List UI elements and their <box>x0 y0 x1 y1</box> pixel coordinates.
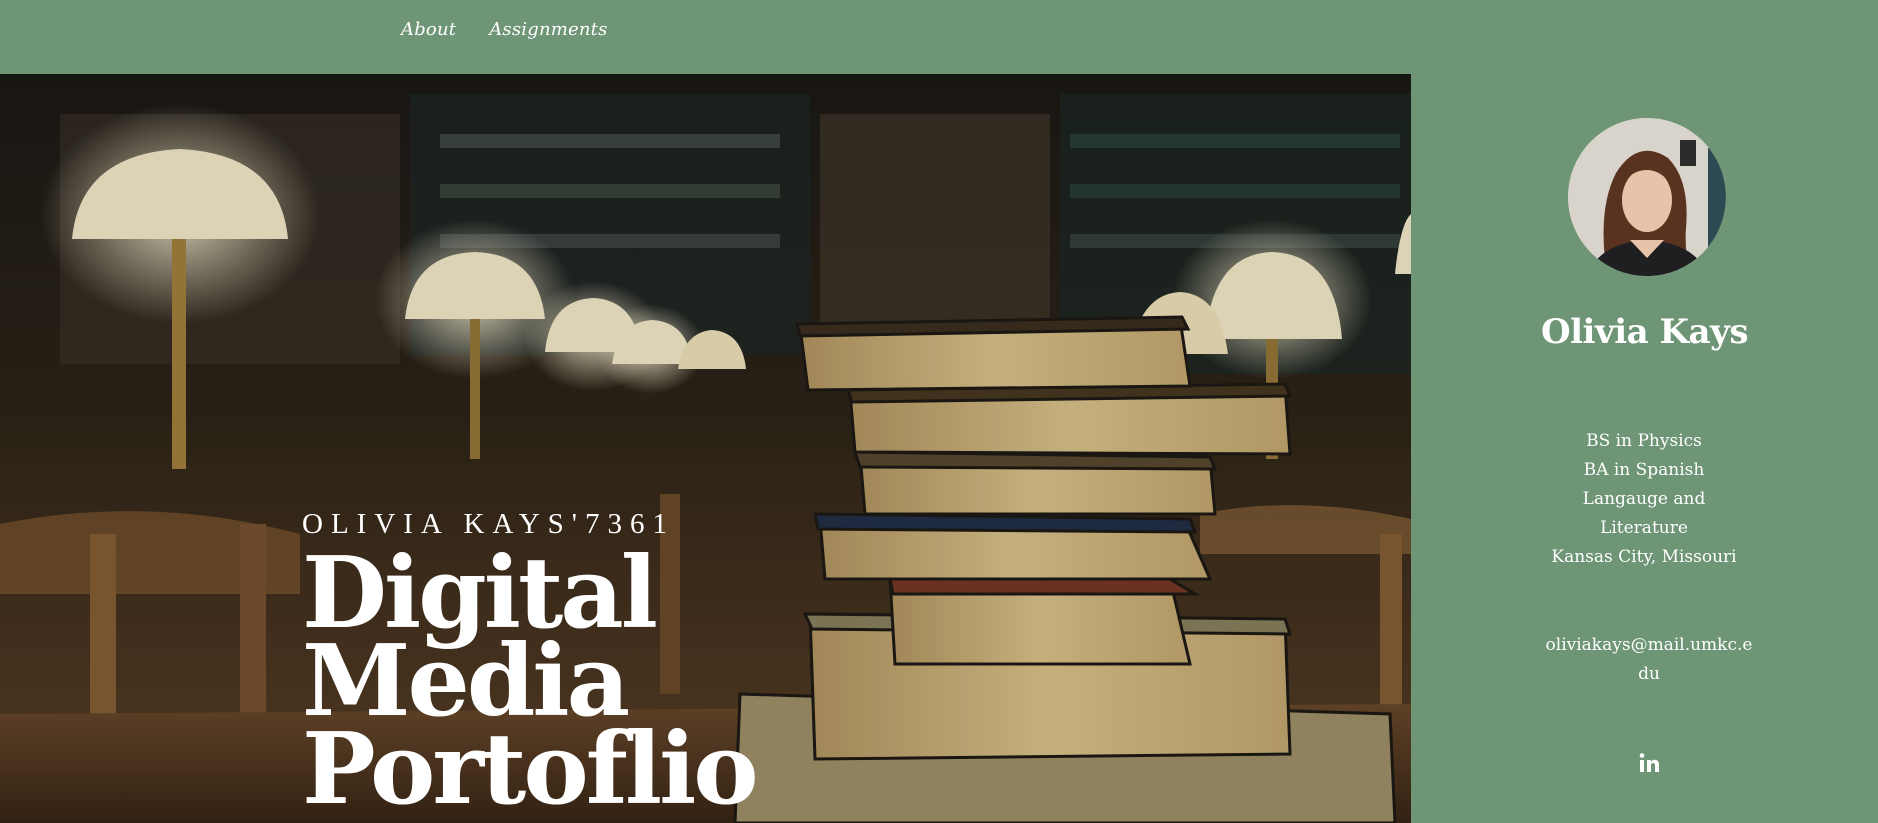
profile-email[interactable]: oliviakays@mail.umkc.edu <box>1544 631 1754 689</box>
profile-photo <box>1568 118 1726 276</box>
hero-title: Digital Media Portoflio <box>302 545 759 823</box>
profile-name: Olivia Kays <box>1541 312 1748 352</box>
hero-title-line: Portoflio <box>302 712 759 823</box>
bio-line: Literature <box>1600 518 1688 538</box>
top-bar: About Assignments <box>0 0 1878 74</box>
avatar <box>1568 118 1726 276</box>
nav-about-link[interactable]: About <box>401 19 456 40</box>
bio-line: BA in Spanish <box>1583 460 1705 480</box>
nav-assignments-link[interactable]: Assignments <box>489 19 607 40</box>
main-nav: About Assignments <box>401 19 608 40</box>
linkedin-icon[interactable] <box>1638 752 1660 774</box>
bio-line: Kansas City, Missouri <box>1551 547 1737 567</box>
bio-line: Langauge and <box>1582 489 1706 509</box>
hero-text: OLIVIA KAYS'7361 Digital Media Portoflio <box>302 508 759 823</box>
profile-sidebar: Olivia Kays BS in Physics BA in Spanish … <box>1411 74 1878 823</box>
hero-banner: OLIVIA KAYS'7361 Digital Media Portoflio <box>0 74 1411 823</box>
bio-line: BS in Physics <box>1586 431 1702 451</box>
hero-subtitle: OLIVIA KAYS'7361 <box>302 508 676 540</box>
profile-bio: BS in Physics BA in Spanish Langauge and… <box>1544 427 1744 572</box>
